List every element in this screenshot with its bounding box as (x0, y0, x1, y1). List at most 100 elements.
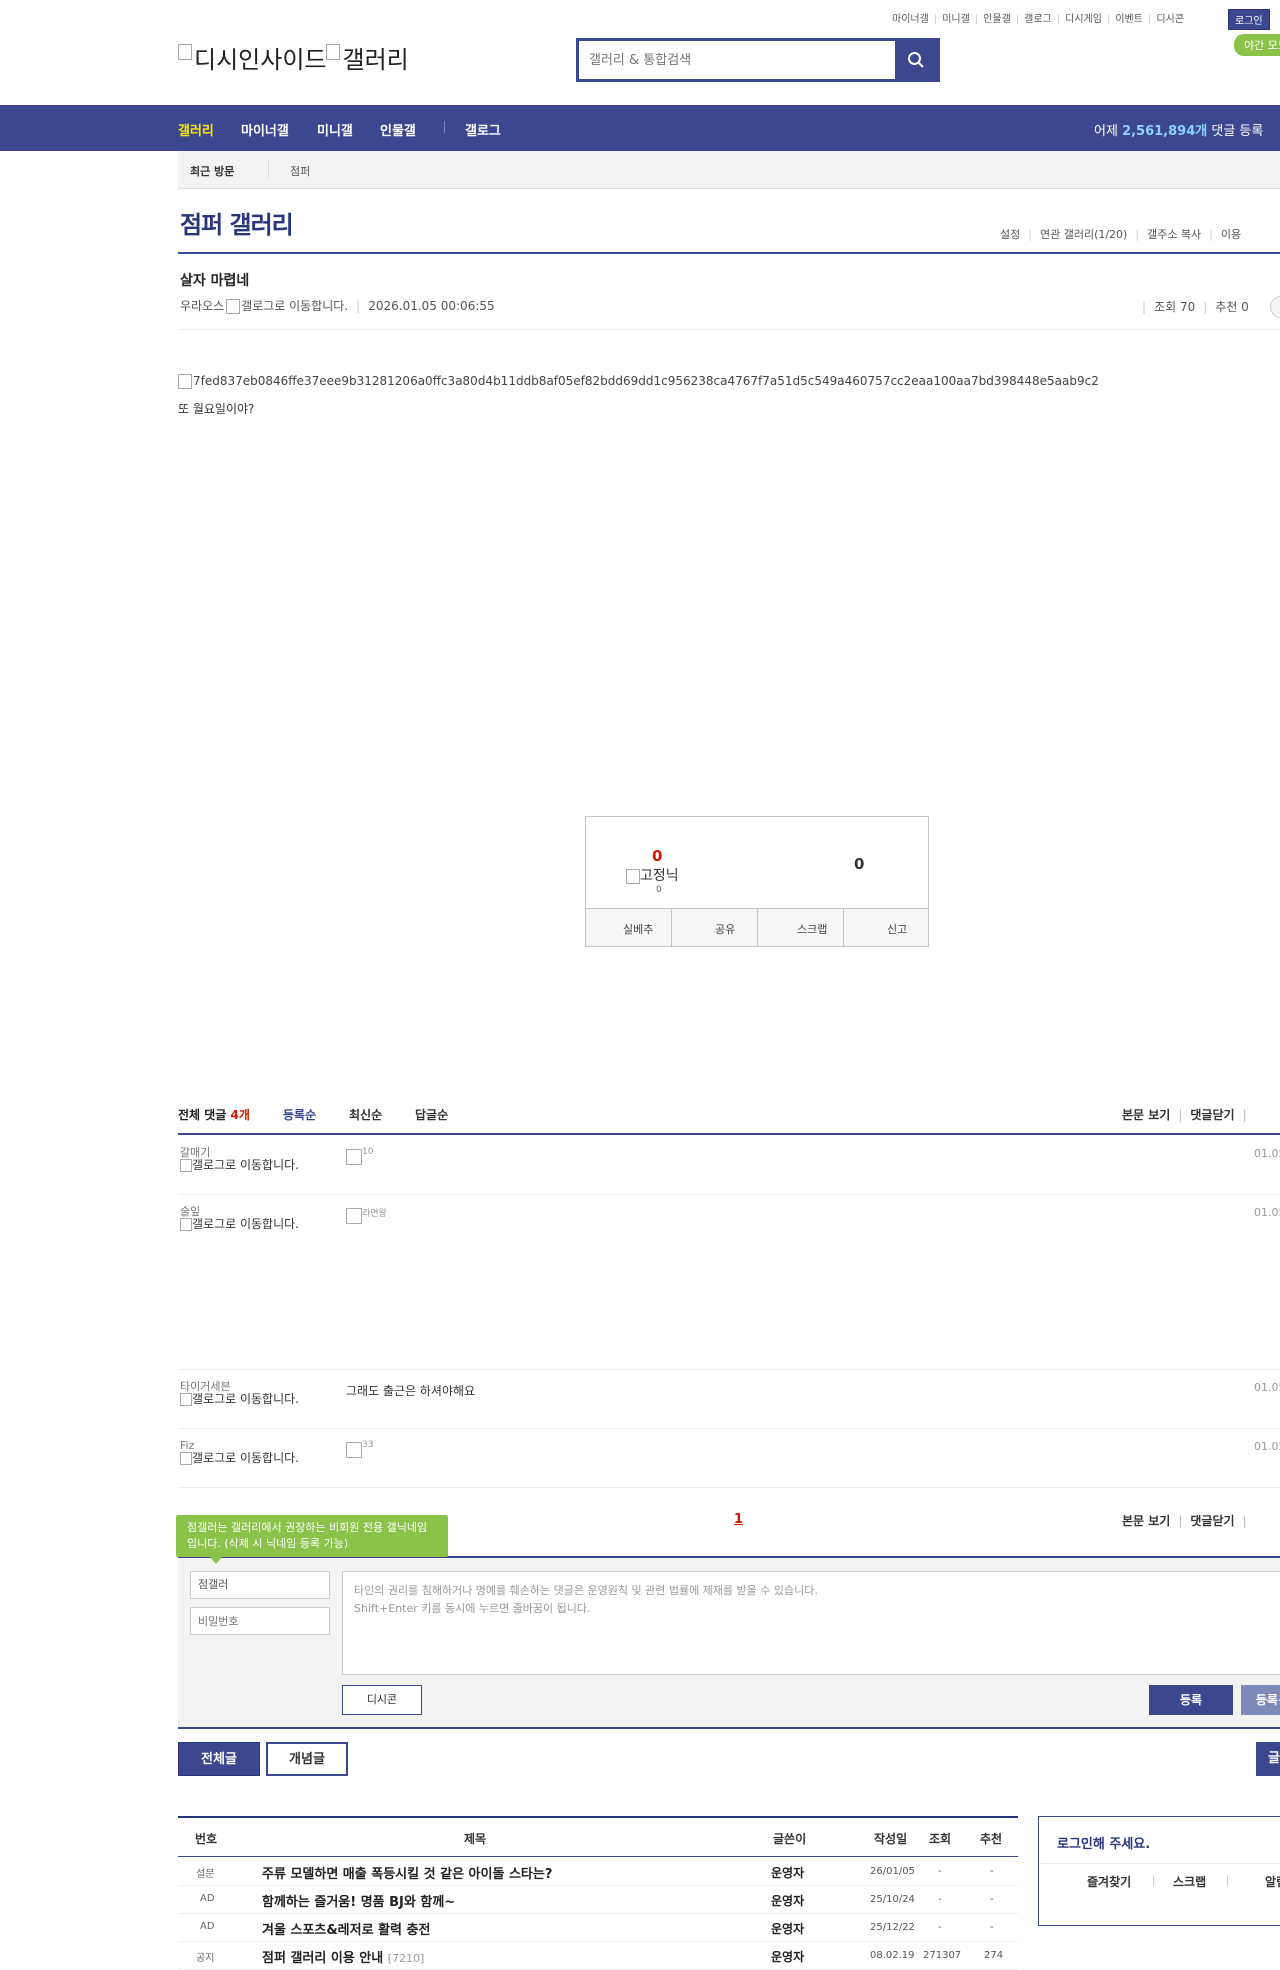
divider (671, 909, 672, 946)
scrap-link[interactable]: 스크랩 (1173, 1873, 1206, 1890)
util-link-mini[interactable]: 미니갤 (942, 14, 970, 25)
comment-author[interactable]: Fiz 갤로그로 이동합니다. (180, 1440, 310, 1465)
search-box (576, 38, 940, 82)
list-item[interactable]: AD 겨울 스포츠&레저로 활력 충전 운영자 25/12/22 - - (178, 1913, 1018, 1942)
search-input[interactable] (579, 41, 899, 79)
nav-item-person[interactable]: 인물갤 (380, 120, 416, 139)
sort-by-replies[interactable]: 답글순 (415, 1106, 448, 1123)
util-link-minor[interactable]: 마이너갤 (892, 14, 929, 25)
post-subject[interactable]: 주류 모델하면 매출 폭등시킬 것 같은 아이돌 스타는? (262, 1863, 552, 1882)
site-logo[interactable]: 디시인사이드 갤러리 (178, 40, 409, 75)
real-best-button[interactable]: 실베추 (623, 921, 653, 937)
comment-author[interactable]: 술잎 갤로그로 이동합니다. (180, 1206, 310, 1231)
scrap-button[interactable]: 스크랩 (797, 921, 827, 937)
recommend-actions: 실베추 공유 스크랩 신고 (586, 908, 928, 946)
copy-url-link[interactable]: 갤주소 복사 (1147, 228, 1201, 241)
main-nav: 갤러리 마이너갤 미니갤 인물갤 갤로그 어제 2,561,894개 댓글 등록 (0, 105, 1280, 151)
best-posts-tab[interactable]: 개념글 (266, 1742, 348, 1776)
comment-date: 01.05 (1254, 1381, 1280, 1394)
comment-page-1[interactable]: 1 (734, 1512, 743, 1527)
night-mode-button[interactable]: 야간 모드 (1234, 34, 1280, 56)
password-field[interactable] (190, 1607, 330, 1635)
list-item[interactable]: AD 함께하는 즐거움! 명품 BJ와 함께~ 운영자 25/10/24 - - (178, 1885, 1018, 1914)
util-link-event[interactable]: 이벤트 (1115, 14, 1143, 25)
divider (1153, 1875, 1154, 1886)
usage-link[interactable]: 이용 (1221, 228, 1241, 241)
report-button[interactable]: 신고 (887, 921, 907, 937)
comment-dccon: 33 (346, 1440, 373, 1458)
login-prompt-title[interactable]: 로그인해 주세요. (1057, 1833, 1150, 1852)
comment-author[interactable]: 타이거세븐 갤로그로 이동합니다. (180, 1381, 310, 1406)
fixed-nick-count: 0 (656, 885, 662, 895)
broken-image-icon (326, 44, 341, 60)
list-item[interactable]: 설문 주류 모델하면 매출 폭등시킬 것 같은 아이돌 스타는? 운영자 26/… (178, 1857, 1018, 1886)
post-title: 살자 마렵네 (180, 273, 250, 289)
header-subject: 제목 (464, 1832, 487, 1846)
gallog-icon[interactable] (226, 299, 241, 314)
submit-recommend-button[interactable]: 등록+추천 (1241, 1685, 1280, 1715)
gallery-settings-link[interactable]: 설정 (1000, 228, 1020, 241)
dccon-button[interactable]: 디시콘 (342, 1685, 422, 1715)
dccon-image-icon (346, 1208, 362, 1224)
close-comments-link[interactable]: 댓글닫기 (1190, 1514, 1234, 1528)
sort-by-registered[interactable]: 등록순 (283, 1106, 316, 1123)
more-options-button[interactable] (1270, 296, 1280, 318)
broken-image-icon (178, 374, 192, 389)
header-date: 작성일 (874, 1832, 908, 1846)
header-num: 번호 (195, 1832, 218, 1846)
search-button[interactable] (895, 41, 937, 79)
post-subject[interactable]: 함께하는 즐거움! 명품 BJ와 함께~ (262, 1891, 455, 1910)
nav-item-gallog[interactable]: 갤로그 (465, 120, 501, 139)
comment-dccon: 10 (346, 1147, 373, 1165)
nav-item-gallery[interactable]: 갤러리 (178, 120, 214, 139)
related-gallery-link[interactable]: 연관 갤러리(1/20) (1040, 228, 1127, 241)
post-date: 2026.01.05 00:06:55 (368, 299, 495, 313)
notification-link[interactable]: 알림 (1265, 1873, 1280, 1890)
recent-gallery-link[interactable]: 점퍼 (290, 163, 310, 179)
sort-by-latest[interactable]: 최신순 (349, 1106, 382, 1123)
view-body-link[interactable]: 본문 보기 (1122, 1514, 1170, 1528)
comment-view-controls: 본문 보기 | 댓글닫기 | (1122, 1108, 1247, 1122)
post-image[interactable]: 7fed837eb0846ffe37eee9b31281206a0ffc3a80… (178, 374, 1099, 389)
login-button[interactable]: 로그인 (1228, 9, 1270, 30)
dccon-image-icon (346, 1442, 362, 1458)
util-link-game[interactable]: 디시게임 (1065, 14, 1102, 25)
post-subject[interactable]: 겨울 스포츠&레저로 활력 충전 (262, 1919, 430, 1938)
post-list-header: 번호 제목 글쓴이 작성일 조회 추천 (178, 1818, 1018, 1857)
post-author[interactable]: 우라오스 (180, 299, 224, 313)
comment-write-area: 점갤러 타인의 권리를 침해하거나 명예를 훼손하는 댓글은 운영원칙 및 관련… (178, 1558, 1280, 1728)
upvote-count[interactable]: 0 (652, 847, 662, 865)
nav-item-mini[interactable]: 미니갤 (317, 120, 353, 139)
util-link-dccon[interactable]: 디시콘 (1156, 14, 1184, 25)
list-item[interactable]: 공지 점퍼 갤러리 이용 안내 [7210] 운영자 08.02.19 2713… (178, 1941, 1018, 1970)
divider (178, 329, 1280, 330)
share-button[interactable]: 공유 (715, 921, 735, 937)
broken-image-icon (626, 868, 640, 884)
submit-button[interactable]: 등록 (1149, 1685, 1233, 1715)
nickname-field[interactable]: 점갤러 (190, 1571, 330, 1599)
downvote-count[interactable]: 0 (854, 855, 864, 873)
all-posts-tab[interactable]: 전체글 (178, 1742, 260, 1776)
view-body-link[interactable]: 본문 보기 (1122, 1108, 1170, 1122)
comment-total-count: 4개 (230, 1108, 250, 1122)
recent-visit-label[interactable]: 최근 방문 (190, 163, 234, 179)
comment-author[interactable]: 갈매기 갤로그로 이동합니다. (180, 1147, 310, 1172)
util-link-gallog[interactable]: 갤로그 (1024, 14, 1052, 25)
close-comments-link[interactable]: 댓글닫기 (1190, 1108, 1234, 1122)
post-recommend: 추천 0 (1215, 300, 1249, 314)
gallery-title[interactable]: 점퍼 갤러리 (180, 205, 294, 240)
fixed-nick-recommend[interactable]: 고정닉 (626, 865, 679, 885)
write-post-button[interactable]: 글쓰기 (1256, 1742, 1280, 1800)
post-subject[interactable]: 점퍼 갤러리 이용 안내 [7210] (262, 1947, 424, 1966)
gallog-alt-text[interactable]: 갤로그로 이동합니다. (241, 299, 348, 313)
comment-row: 타이거세븐갤로그로 이동합니다. 그래도 출근은 하셔야해요 01.05 (178, 1369, 1280, 1429)
comment-textarea[interactable]: 타인의 권리를 침해하거나 명예를 훼손하는 댓글은 운영원칙 및 관련 법률에… (342, 1571, 1280, 1675)
nav-item-minor[interactable]: 마이너갤 (241, 120, 289, 139)
divider (268, 159, 269, 179)
comment-stat: 어제 2,561,894개 댓글 등록 (1094, 124, 1264, 139)
util-link-person[interactable]: 인물갤 (983, 14, 1011, 25)
nickname-tooltip: 점갤러는 갤러리에서 권장하는 비회원 전용 갤닉네임입니다. (삭제 시 닉네… (176, 1515, 448, 1564)
gallery-options: 설정 | 연관 갤러리(1/20) | 갤주소 복사 | 이용 (1000, 228, 1242, 241)
favorites-link[interactable]: 즐겨찾기 (1087, 1873, 1131, 1890)
post-image-alt: 7fed837eb0846ffe37eee9b31281206a0ffc3a80… (193, 374, 1099, 388)
